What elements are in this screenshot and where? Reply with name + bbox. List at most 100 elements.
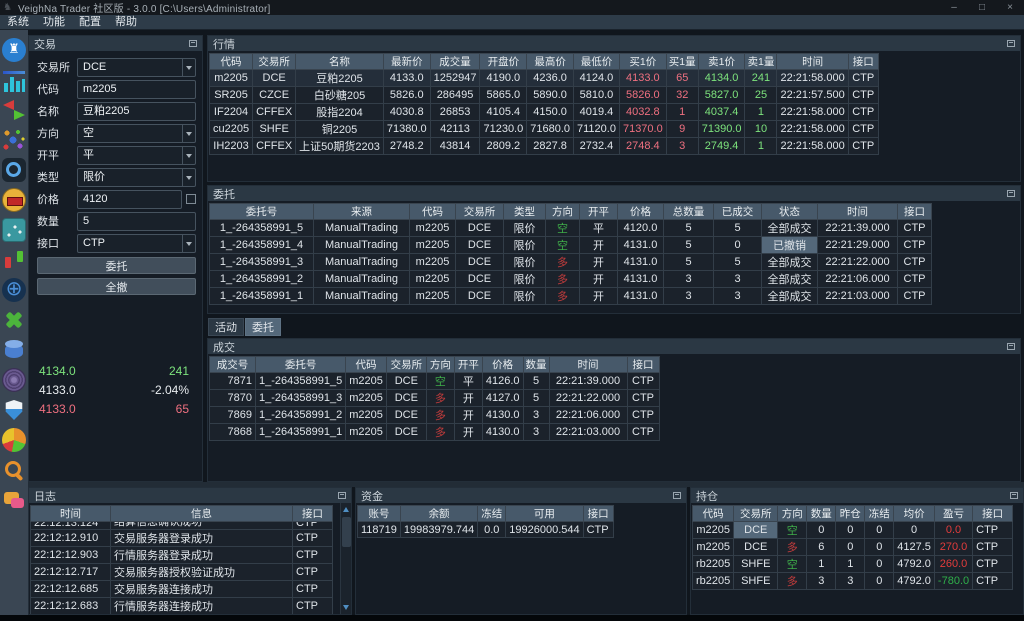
cell[interactable]: 4124.0 bbox=[574, 70, 620, 87]
column-header[interactable]: 开盘价 bbox=[480, 54, 527, 70]
column-header[interactable]: 时间 bbox=[549, 357, 627, 373]
cell[interactable]: 4105.4 bbox=[480, 104, 527, 121]
cell[interactable]: 开 bbox=[580, 237, 618, 254]
cell[interactable]: 10 bbox=[745, 121, 777, 138]
table-row[interactable]: 1_-264358991_1ManualTradingm2205DCE限价多开4… bbox=[210, 288, 932, 305]
float-panel-button[interactable] bbox=[1007, 40, 1015, 47]
cell[interactable]: 限价 bbox=[504, 254, 546, 271]
column-header[interactable]: 可用 bbox=[506, 506, 583, 522]
cell[interactable]: 3 bbox=[523, 424, 549, 441]
pie-chart-icon[interactable] bbox=[2, 428, 26, 452]
column-header[interactable]: 来源 bbox=[314, 204, 410, 220]
cell[interactable]: 71230.0 bbox=[480, 121, 527, 138]
column-header[interactable]: 成交量 bbox=[430, 54, 480, 70]
column-header[interactable]: 委托号 bbox=[256, 357, 346, 373]
cell[interactable]: 0 bbox=[714, 237, 762, 254]
cell[interactable]: cu2205 bbox=[210, 121, 253, 138]
cell[interactable]: 空 bbox=[778, 556, 807, 573]
cell[interactable]: 22:21:06.000 bbox=[549, 407, 627, 424]
cell[interactable]: 行情服务器连接成功 bbox=[111, 598, 293, 615]
cell[interactable]: 7871 bbox=[210, 373, 256, 390]
market-panel-titlebar[interactable]: 行情 bbox=[208, 36, 1020, 51]
cell[interactable]: 3 bbox=[664, 271, 714, 288]
candlestick-icon[interactable] bbox=[2, 248, 26, 272]
cell[interactable]: 71120.0 bbox=[574, 121, 620, 138]
cell[interactable]: 2827.8 bbox=[527, 138, 574, 155]
title-bar[interactable]: ♞ VeighNa Trader 社区版 - 3.0.0 [C:\Users\A… bbox=[0, 0, 1024, 15]
column-header[interactable]: 代码 bbox=[210, 54, 253, 70]
column-header[interactable]: 代码 bbox=[693, 506, 734, 522]
cell[interactable]: 22:12:13.124 bbox=[31, 522, 111, 530]
chess-rook-icon[interactable] bbox=[2, 38, 26, 62]
cell[interactable]: 22:12:12.903 bbox=[31, 547, 111, 564]
cell[interactable]: 开 bbox=[580, 271, 618, 288]
cell[interactable]: 1_-264358991_2 bbox=[256, 407, 346, 424]
tab-all-orders[interactable]: 委托 bbox=[245, 318, 281, 336]
table-row[interactable]: 78691_-264358991_2m2205DCE多开4130.0322:21… bbox=[210, 407, 660, 424]
cell[interactable]: CTP bbox=[627, 407, 659, 424]
cell[interactable]: 空 bbox=[546, 237, 580, 254]
cell[interactable]: 22:21:39.000 bbox=[818, 220, 898, 237]
cell[interactable]: CTP bbox=[898, 237, 932, 254]
cell[interactable]: 22:21:06.000 bbox=[818, 271, 898, 288]
cell[interactable]: 4037.4 bbox=[698, 104, 745, 121]
cell[interactable]: 股指2204 bbox=[296, 104, 384, 121]
cell[interactable]: 22:21:22.000 bbox=[549, 390, 627, 407]
cell[interactable]: IH2203 bbox=[210, 138, 253, 155]
cell[interactable]: CFFEX bbox=[253, 138, 296, 155]
column-header[interactable]: 数量 bbox=[807, 506, 836, 522]
cell[interactable]: 开 bbox=[580, 254, 618, 271]
table-row[interactable]: cu2205SHFE铜220571380.04211371230.071680.… bbox=[210, 121, 879, 138]
cell[interactable]: CTP bbox=[898, 288, 932, 305]
cell[interactable]: 1252947 bbox=[430, 70, 480, 87]
cell[interactable]: 4019.4 bbox=[574, 104, 620, 121]
float-panel-button[interactable] bbox=[338, 492, 346, 499]
cell[interactable]: 限价 bbox=[504, 220, 546, 237]
swap-arrows-icon[interactable] bbox=[2, 98, 26, 122]
cell[interactable]: 241 bbox=[745, 70, 777, 87]
column-header[interactable]: 接口 bbox=[898, 204, 932, 220]
cell[interactable]: 22:21:58.000 bbox=[777, 138, 848, 155]
float-panel-button[interactable] bbox=[1007, 190, 1015, 197]
cell[interactable]: 5810.0 bbox=[574, 87, 620, 104]
cell[interactable]: 1_-264358991_5 bbox=[210, 220, 314, 237]
cell[interactable]: CTP bbox=[293, 564, 333, 581]
cell[interactable]: CFFEX bbox=[253, 104, 296, 121]
column-header[interactable]: 方向 bbox=[426, 357, 454, 373]
cell[interactable]: ManualTrading bbox=[314, 220, 410, 237]
cell[interactable]: m2205 bbox=[410, 288, 456, 305]
globe-icon[interactable] bbox=[2, 278, 26, 302]
column-header[interactable]: 价格 bbox=[618, 204, 664, 220]
column-header[interactable]: 价格 bbox=[482, 357, 523, 373]
cell[interactable]: DCE bbox=[456, 288, 504, 305]
table-row[interactable]: 11871919983979.7440.019926000.544CTP bbox=[358, 522, 614, 538]
cell[interactable]: 5 bbox=[664, 254, 714, 271]
cell[interactable]: 2732.4 bbox=[574, 138, 620, 155]
column-header[interactable]: 昨仓 bbox=[836, 506, 865, 522]
cell[interactable]: 4150.0 bbox=[527, 104, 574, 121]
scroll-up-icon[interactable] bbox=[343, 507, 349, 512]
last-quote-row[interactable]: 4133.0 -2.04% bbox=[29, 380, 202, 399]
column-header[interactable]: 均价 bbox=[894, 506, 935, 522]
cell[interactable]: 270.0 bbox=[934, 539, 972, 556]
cell[interactable]: 0 bbox=[865, 539, 894, 556]
cell[interactable]: 22:21:22.000 bbox=[818, 254, 898, 271]
column-header[interactable]: 开平 bbox=[580, 204, 618, 220]
positions-panel-titlebar[interactable]: 持仓 bbox=[691, 488, 1023, 503]
cell[interactable]: 4792.0 bbox=[894, 573, 935, 590]
cell[interactable]: 多 bbox=[426, 390, 454, 407]
cell[interactable]: 4127.0 bbox=[482, 390, 523, 407]
symbol-input[interactable]: m2205 bbox=[77, 80, 196, 99]
cell[interactable]: 22:21:58.000 bbox=[777, 70, 848, 87]
cell[interactable]: 5 bbox=[714, 254, 762, 271]
orders-panel-titlebar[interactable]: 委托 bbox=[208, 186, 1020, 201]
cell[interactable]: 交易服务器登录成功 bbox=[111, 530, 293, 547]
column-header[interactable]: 时间 bbox=[31, 506, 111, 522]
cell[interactable]: CTP bbox=[627, 373, 659, 390]
cell[interactable]: 4127.5 bbox=[894, 539, 935, 556]
cell[interactable]: DCE bbox=[456, 254, 504, 271]
cell[interactable]: 限价 bbox=[504, 237, 546, 254]
column-header[interactable]: 最低价 bbox=[574, 54, 620, 70]
cell[interactable]: 1_-264358991_1 bbox=[256, 424, 346, 441]
cell[interactable]: CTP bbox=[848, 104, 878, 121]
